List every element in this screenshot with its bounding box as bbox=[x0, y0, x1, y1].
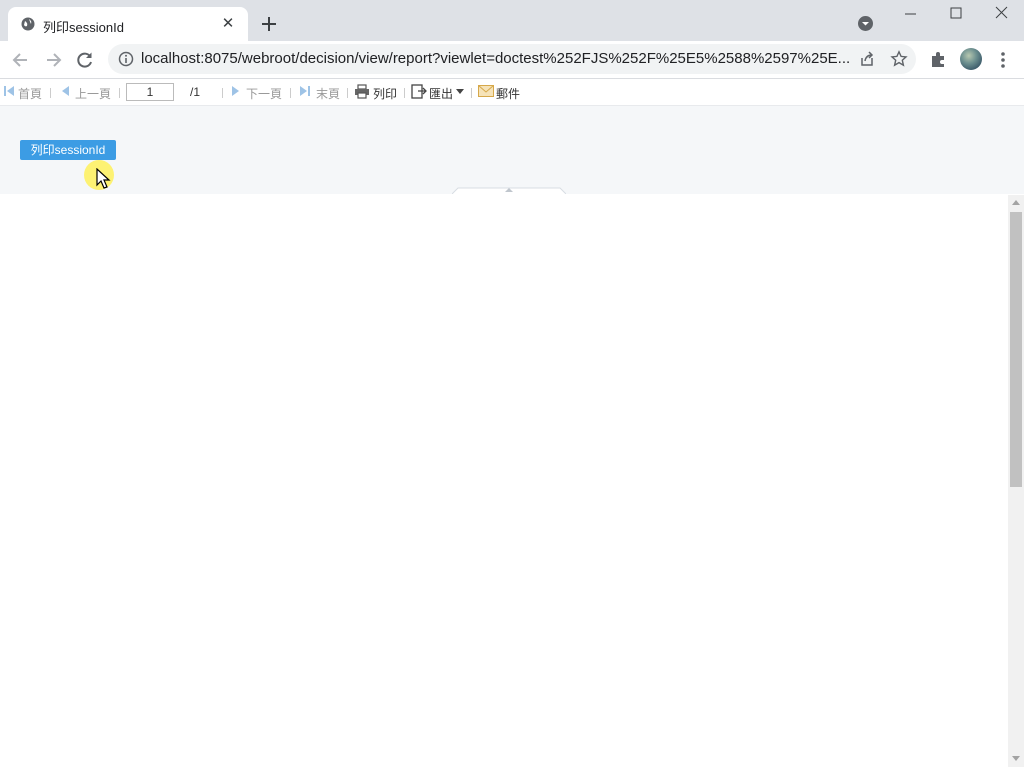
page-number-input[interactable] bbox=[126, 83, 174, 101]
printer-icon[interactable] bbox=[354, 84, 370, 99]
toolbar-divider bbox=[119, 88, 120, 98]
back-icon[interactable] bbox=[11, 50, 31, 70]
toolbar-divider bbox=[347, 88, 348, 98]
email-button[interactable]: 郵件 bbox=[496, 85, 520, 102]
new-tab-icon[interactable] bbox=[259, 14, 279, 34]
forward-icon[interactable] bbox=[43, 50, 63, 70]
export-button[interactable]: 匯出 bbox=[429, 85, 453, 102]
scroll-up-arrow-icon[interactable] bbox=[1012, 199, 1020, 207]
first-page-button[interactable]: 首頁 bbox=[18, 85, 42, 102]
toolbar-divider bbox=[404, 88, 405, 98]
scrollbar-thumb[interactable] bbox=[1010, 212, 1022, 487]
chevron-down-icon[interactable] bbox=[456, 89, 464, 94]
toolbar-divider bbox=[471, 88, 472, 98]
minimize-icon[interactable] bbox=[887, 4, 933, 24]
scroll-down-arrow-icon[interactable] bbox=[1012, 754, 1020, 762]
globe-icon bbox=[21, 17, 35, 31]
last-page-button[interactable]: 末頁 bbox=[316, 85, 340, 102]
address-bar[interactable]: localhost:8075/webroot/decision/view/rep… bbox=[108, 44, 916, 74]
last-page-icon[interactable] bbox=[299, 85, 311, 97]
bookmark-star-icon[interactable] bbox=[890, 50, 908, 68]
toolbar-divider bbox=[222, 88, 223, 98]
prev-page-icon[interactable] bbox=[60, 85, 70, 97]
toolbar-divider bbox=[50, 88, 51, 98]
report-toolbar: 首頁 上一頁 /1 下一頁 末頁 列印 匯出 郵件 bbox=[0, 79, 1024, 106]
profile-avatar[interactable] bbox=[960, 48, 982, 70]
reload-icon[interactable] bbox=[75, 50, 95, 70]
vertical-scrollbar[interactable] bbox=[1008, 195, 1024, 767]
mouse-pointer-icon bbox=[96, 168, 111, 189]
toolbar-divider bbox=[290, 88, 291, 98]
tab-close-icon[interactable]: ✕ bbox=[220, 16, 236, 32]
url-text[interactable]: localhost:8075/webroot/decision/view/rep… bbox=[141, 50, 853, 67]
next-page-icon[interactable] bbox=[231, 85, 241, 97]
browser-tab-strip: 列印sessionId ✕ bbox=[0, 0, 1024, 41]
print-button[interactable]: 列印 bbox=[373, 85, 397, 102]
extensions-puzzle-icon[interactable] bbox=[929, 50, 948, 69]
mail-icon[interactable] bbox=[478, 85, 494, 97]
page-total: /1 bbox=[190, 85, 201, 99]
tab-title: 列印sessionId bbox=[43, 20, 124, 35]
more-menu-icon[interactable] bbox=[995, 50, 1011, 70]
maximize-icon[interactable] bbox=[933, 4, 979, 24]
first-page-icon[interactable] bbox=[3, 85, 15, 97]
prev-page-button[interactable]: 上一頁 bbox=[75, 85, 111, 102]
tab-search-icon[interactable] bbox=[857, 15, 874, 32]
report-content-area bbox=[0, 195, 1008, 767]
browser-tab[interactable]: 列印sessionId ✕ bbox=[8, 7, 248, 41]
share-icon[interactable] bbox=[858, 50, 876, 68]
next-page-button[interactable]: 下一頁 bbox=[246, 85, 282, 102]
close-window-icon[interactable] bbox=[978, 4, 1024, 24]
site-info-icon[interactable] bbox=[118, 51, 134, 67]
parameter-panel: 列印sessionId bbox=[0, 106, 1024, 194]
export-icon[interactable] bbox=[410, 83, 427, 100]
collapse-panel-icon[interactable] bbox=[452, 186, 566, 194]
browser-toolbar: localhost:8075/webroot/decision/view/rep… bbox=[0, 41, 1024, 79]
print-session-id-button[interactable]: 列印sessionId bbox=[20, 140, 116, 160]
